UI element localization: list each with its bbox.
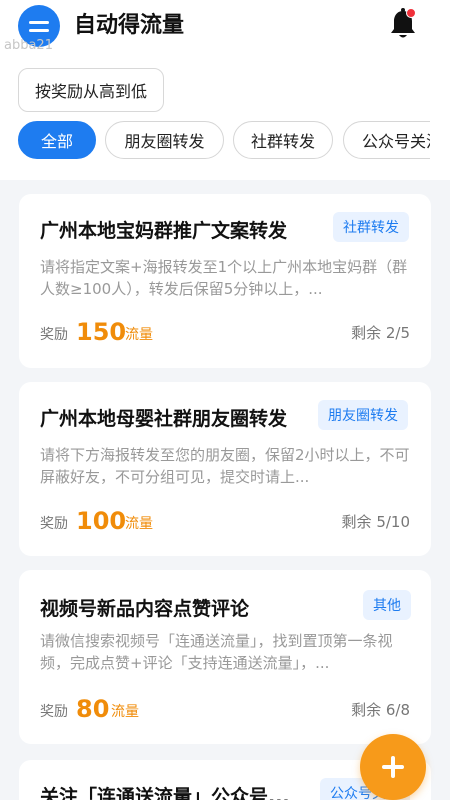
page-title: 自动得流量 bbox=[74, 13, 185, 38]
reward-label: 奖励 bbox=[40, 516, 68, 532]
category-tabs: 全部 朋友圈转发 社群转发 公众号关注 bbox=[0, 121, 430, 159]
task-title: 广州本地母婴社群朋友圈转发 bbox=[40, 408, 288, 430]
remaining-count: 剩余 2/5 bbox=[351, 324, 410, 342]
task-card[interactable]: 视频号新品内容点赞评论 其他 请微信搜索视频号「连通送流量」，找到置顶第一条视频… bbox=[19, 570, 431, 744]
reward-unit: 流量 bbox=[125, 327, 153, 343]
reward-value: 100 bbox=[76, 507, 127, 535]
task-tag: 朋友圈转发 bbox=[318, 400, 408, 430]
task-tag: 其他 bbox=[363, 590, 411, 620]
tab-group-share[interactable]: 社群转发 bbox=[233, 121, 333, 159]
reward-value: 150 bbox=[76, 318, 127, 346]
remaining-count: 剩余 5/10 bbox=[341, 513, 410, 531]
plus-icon bbox=[382, 756, 404, 778]
sort-button[interactable]: 按奖励从高到低 bbox=[18, 68, 164, 112]
reward-unit: 流量 bbox=[125, 516, 153, 532]
task-title: 广州本地宝妈群推广文案转发 bbox=[40, 220, 288, 242]
task-description: 请将指定文案+海报转发至1个以上广州本地宝妈群（群人数≥100人），转发后保留5… bbox=[40, 258, 408, 298]
tab-all[interactable]: 全部 bbox=[18, 121, 96, 159]
task-card[interactable]: 广州本地母婴社群朋友圈转发 朋友圈转发 请将下方海报转发至您的朋友圈，保留2小时… bbox=[19, 382, 431, 556]
watermark-text: abba21 bbox=[4, 38, 53, 53]
top-bar: 自动得流量 abba21 按奖励从高到低 全部 朋友圈转发 社群转发 公众号关注 bbox=[0, 0, 450, 180]
notification-dot bbox=[406, 8, 416, 18]
tab-moments-share[interactable]: 朋友圈转发 bbox=[105, 121, 224, 159]
menu-icon-line bbox=[29, 20, 49, 24]
add-task-button[interactable] bbox=[360, 734, 426, 800]
remaining-count: 剩余 6/8 bbox=[351, 701, 410, 719]
menu-icon-line bbox=[29, 28, 49, 32]
task-description: 请微信搜索视频号「连通送流量」，找到置顶第一条视频，完成点赞+评论「支持连通送流… bbox=[40, 632, 393, 672]
task-title: 视频号新品内容点赞评论 bbox=[40, 598, 250, 620]
task-card[interactable]: 广州本地宝妈群推广文案转发 社群转发 请将指定文案+海报转发至1个以上广州本地宝… bbox=[19, 194, 431, 368]
task-title: 关注「连通送流量」公众号... bbox=[40, 786, 290, 800]
reward-unit: 流量 bbox=[111, 704, 139, 720]
reward-label: 奖励 bbox=[40, 327, 68, 343]
reward-value: 80 bbox=[76, 695, 110, 723]
task-tag: 社群转发 bbox=[333, 212, 409, 242]
tab-official-account[interactable]: 公众号关注 bbox=[343, 121, 430, 159]
task-description: 请将下方海报转发至您的朋友圈，保留2小时以上，不可屏蔽好友，不可分组可见，提交时… bbox=[40, 446, 410, 486]
reward-label: 奖励 bbox=[40, 704, 68, 720]
